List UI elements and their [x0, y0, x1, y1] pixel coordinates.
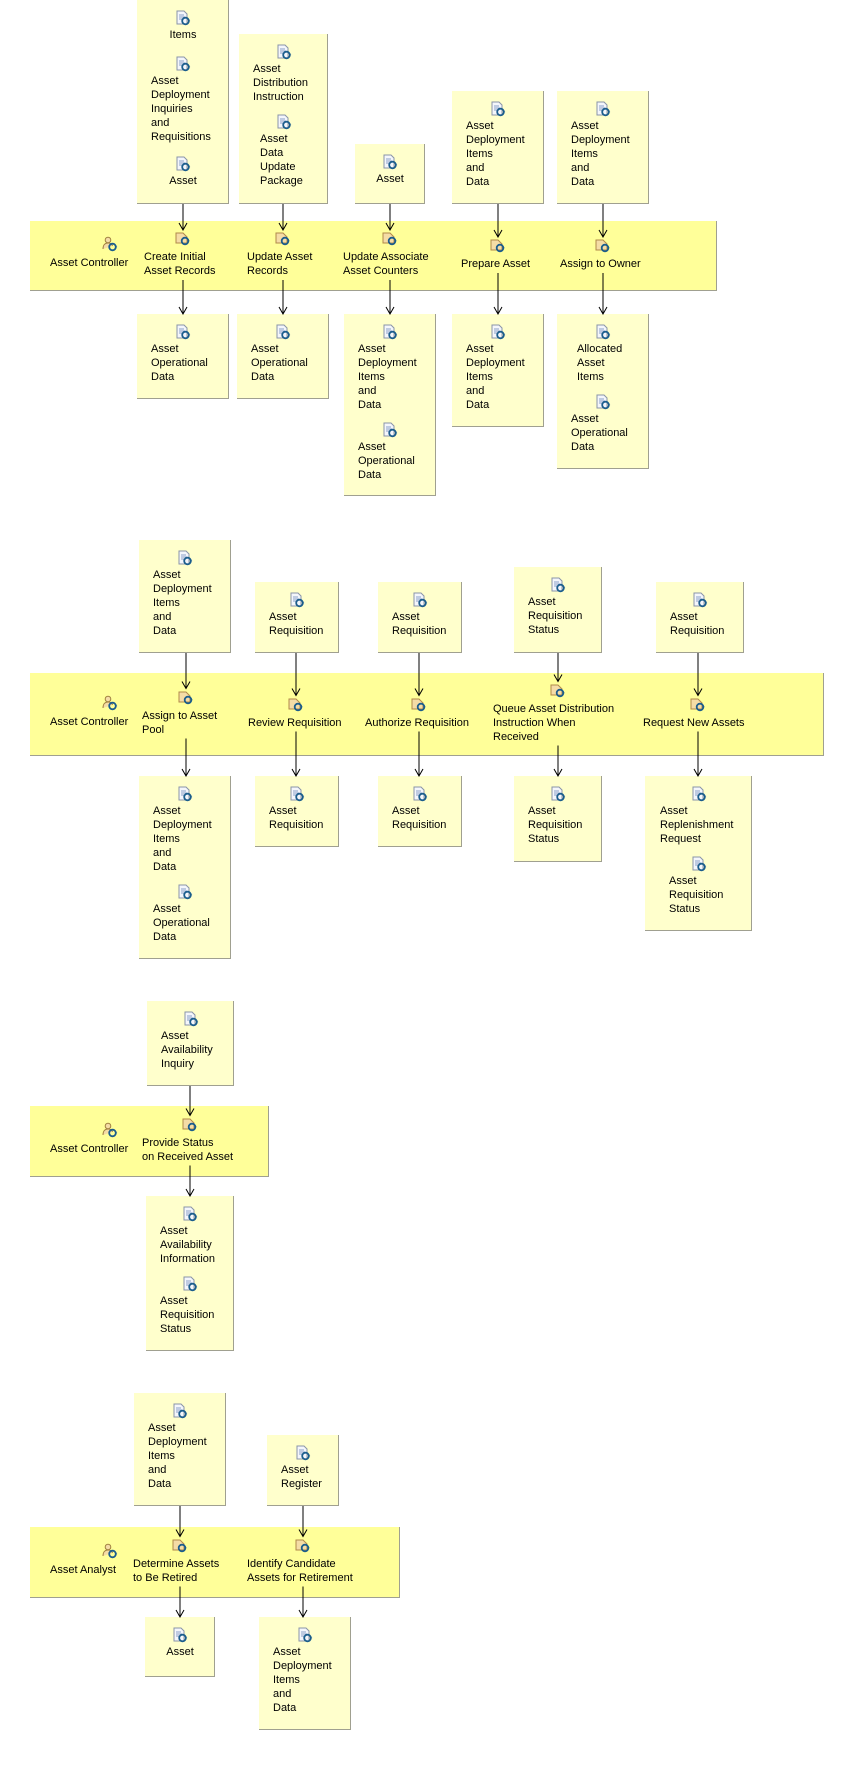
- connector-layer: [175, 204, 703, 1619]
